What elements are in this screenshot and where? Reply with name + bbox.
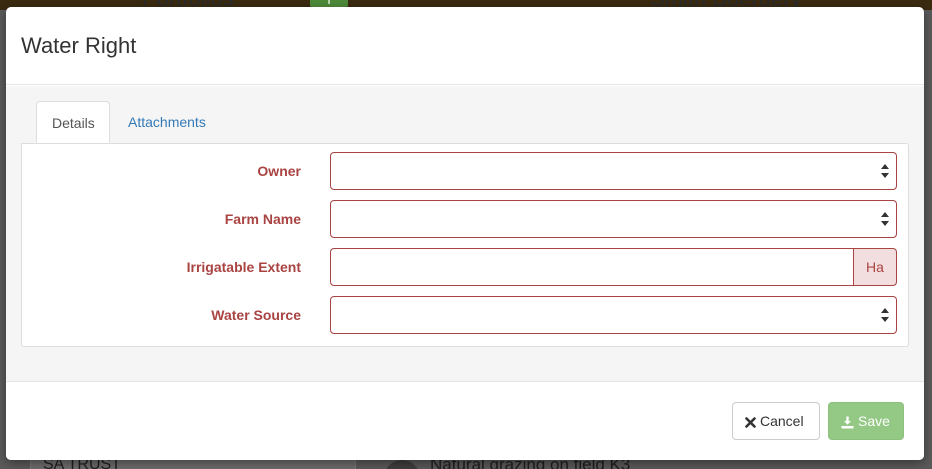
modal-header: Water Right bbox=[6, 7, 924, 85]
cancel-button[interactable]: Cancel bbox=[732, 402, 820, 440]
tab-details[interactable]: Details bbox=[36, 101, 110, 143]
select-arrows-icon bbox=[881, 308, 889, 322]
save-label: Save bbox=[858, 413, 890, 429]
download-icon bbox=[841, 416, 854, 429]
farm-name-row: Farm Name bbox=[22, 200, 908, 238]
save-button[interactable]: Save bbox=[828, 402, 904, 440]
select-arrows-icon bbox=[881, 164, 889, 178]
details-panel: Owner Farm Name Irrigatable Extent Ha Wa… bbox=[21, 143, 909, 347]
water-source-row: Water Source bbox=[22, 296, 908, 334]
modal-body: Details Attachments Owner Farm Name Irri… bbox=[6, 86, 924, 382]
modal-title: Water Right bbox=[21, 33, 137, 58]
water-source-label: Water Source bbox=[211, 307, 301, 323]
modal-footer: Cancel Save bbox=[6, 383, 924, 460]
owner-select[interactable] bbox=[330, 152, 897, 190]
owner-label: Owner bbox=[257, 163, 301, 179]
farm-name-label: Farm Name bbox=[224, 211, 301, 227]
water-right-modal: Water Right Details Attachments Owner Fa… bbox=[6, 7, 924, 460]
select-arrows-icon bbox=[881, 212, 889, 226]
irrigatable-extent-input[interactable] bbox=[330, 248, 854, 286]
cancel-label: Cancel bbox=[760, 413, 804, 429]
background-avatar bbox=[384, 460, 420, 469]
owner-row: Owner bbox=[22, 152, 908, 190]
tab-attachments[interactable]: Attachments bbox=[113, 101, 221, 143]
irrigatable-extent-row: Irrigatable Extent Ha bbox=[22, 248, 908, 286]
unit-addon: Ha bbox=[853, 248, 897, 286]
irrigatable-extent-label: Irrigatable Extent bbox=[186, 259, 301, 275]
close-icon bbox=[745, 416, 756, 428]
water-source-select[interactable] bbox=[330, 296, 897, 334]
farm-name-select[interactable] bbox=[330, 200, 897, 238]
